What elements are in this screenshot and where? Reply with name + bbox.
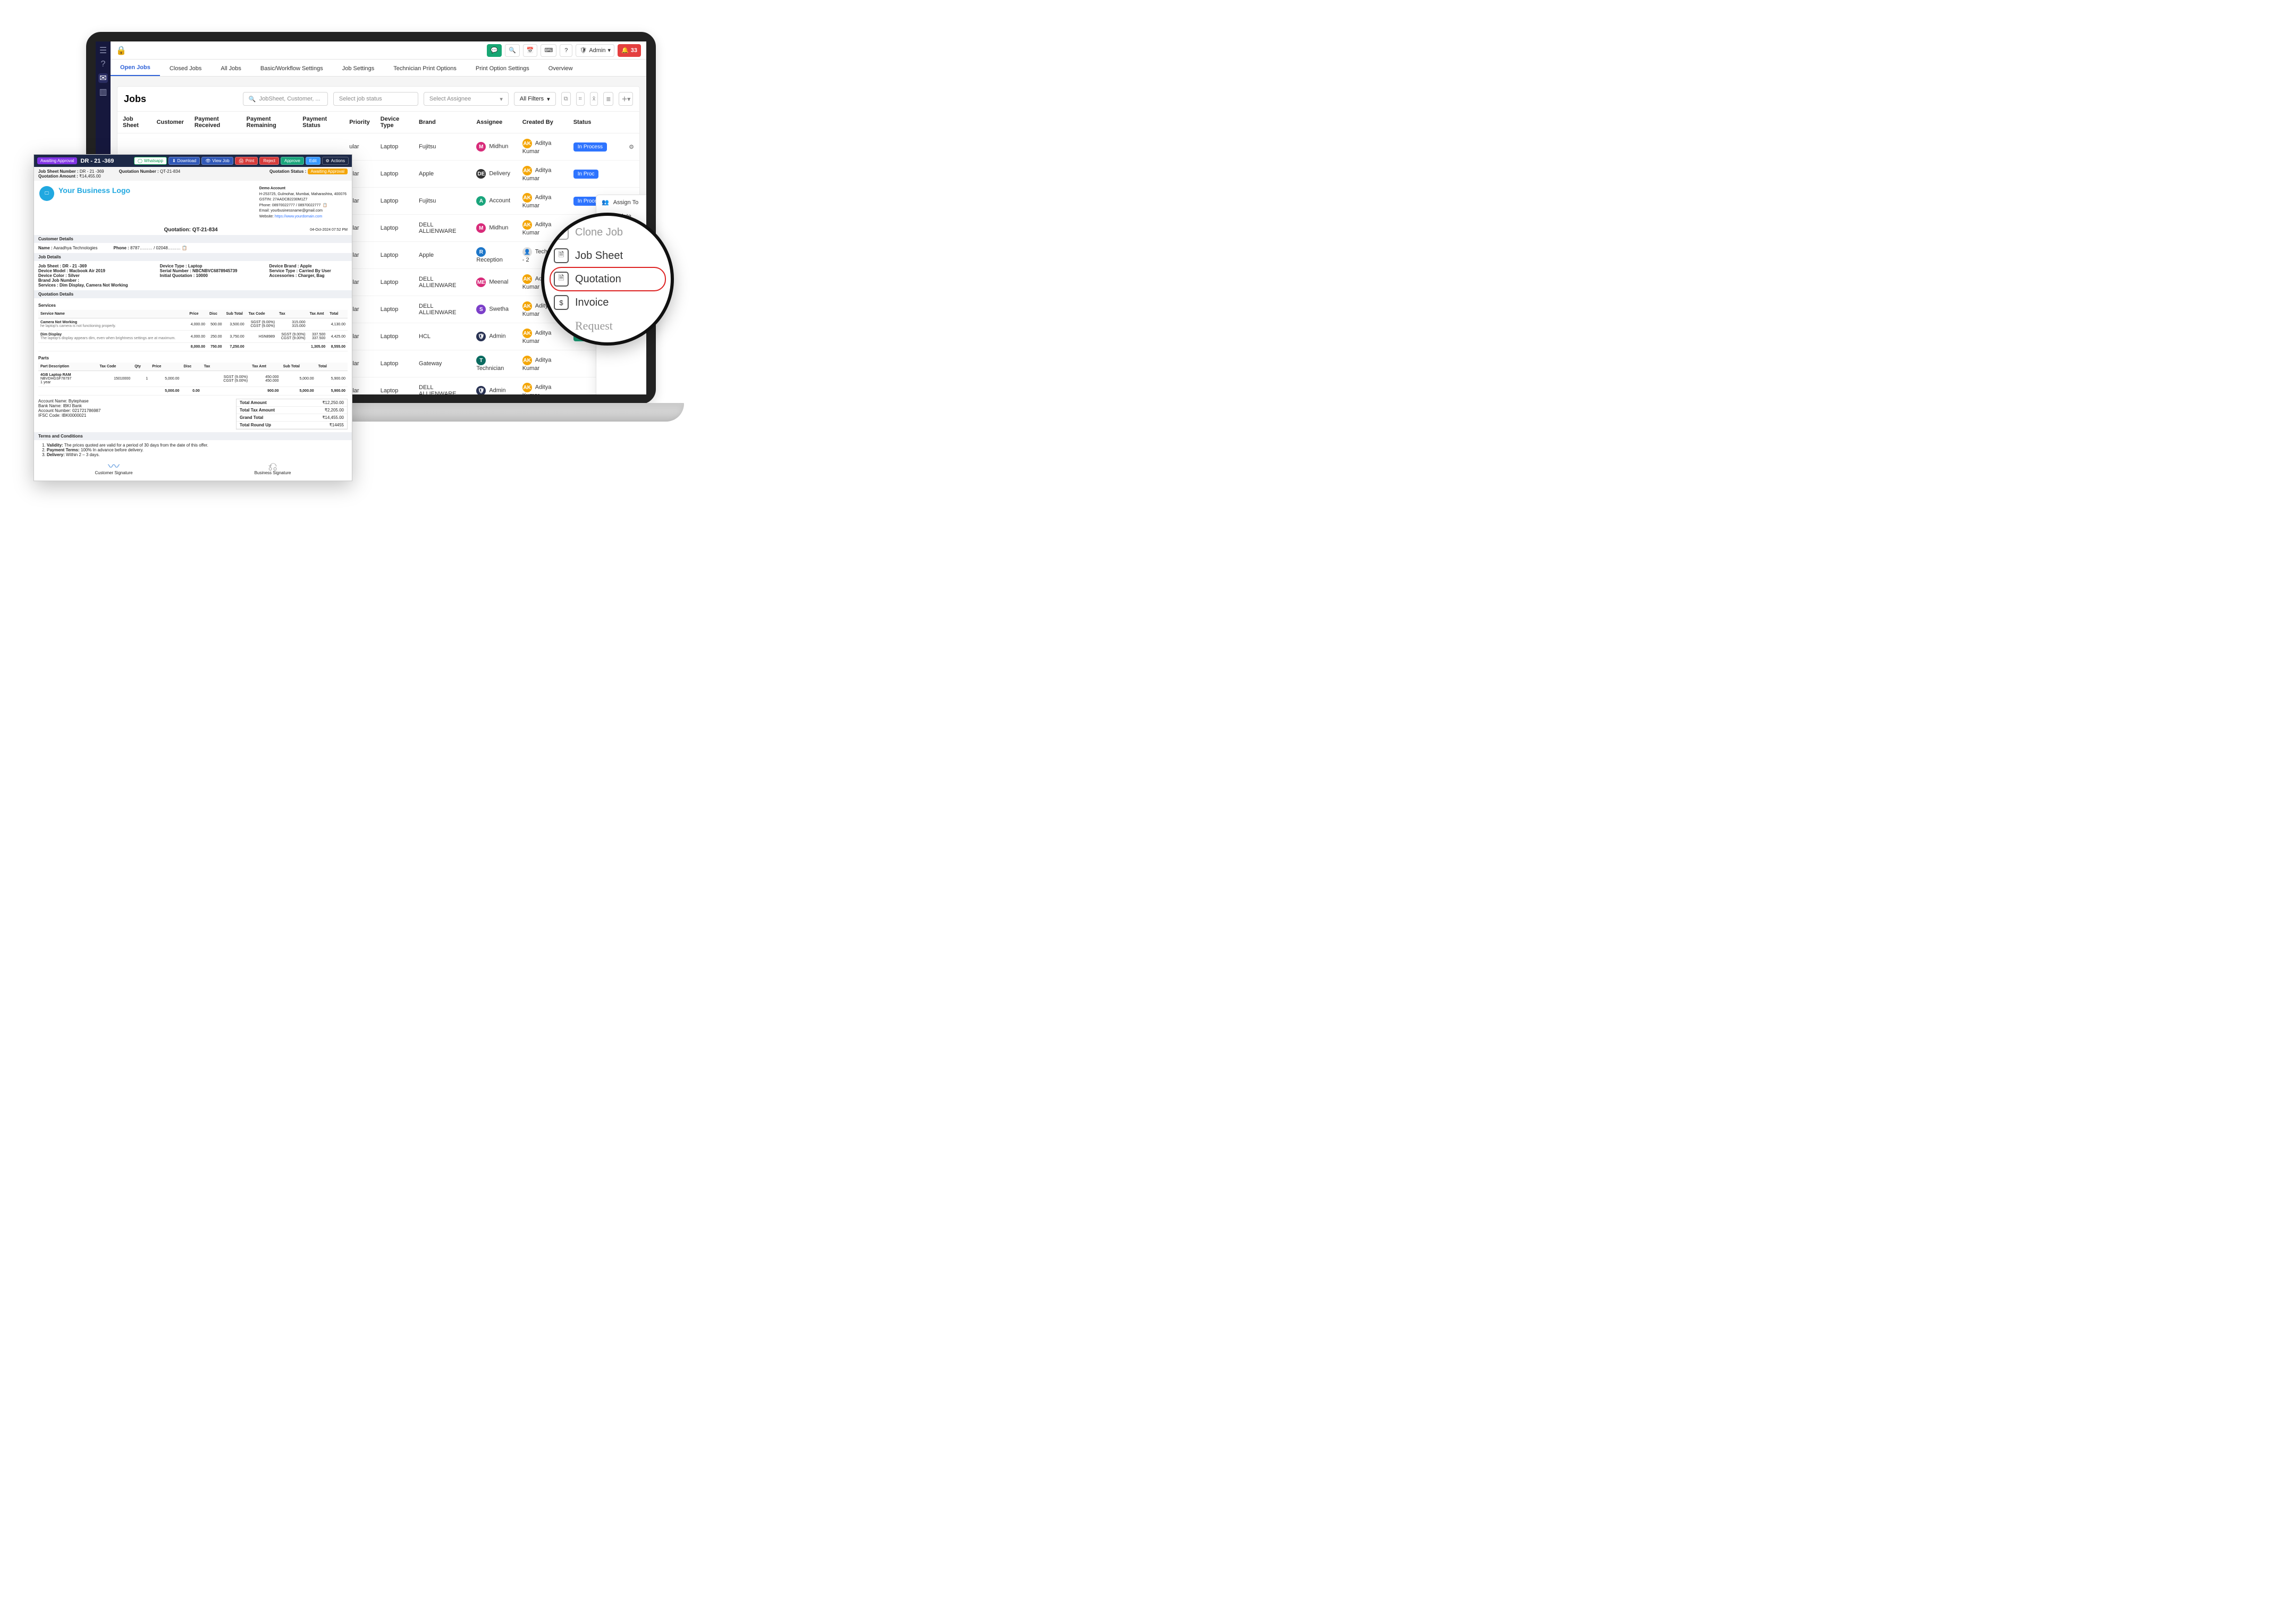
customer-sig-icon: 〰 — [95, 463, 132, 470]
quotation-window: Awaiting Approval DR - 21 -369 ◯ Whatsap… — [33, 154, 352, 481]
term-item: Payment Terms: 100% In advance before de… — [47, 448, 348, 452]
parts-table: Part DescriptionTax CodeQtyPriceDiscTaxT… — [38, 363, 348, 396]
business-sig-icon: ⎌ — [255, 463, 291, 470]
keyboard-button[interactable]: ⌨ — [541, 44, 556, 57]
tool-export-icon[interactable]: x̂ — [590, 92, 598, 106]
tab-technician-print-options[interactable]: Technician Print Options — [384, 61, 466, 76]
page-title: Jobs — [124, 94, 146, 105]
dd-assign-to[interactable]: 👥Assign To — [596, 195, 646, 209]
col-header: Job Sheet — [117, 112, 151, 133]
terms-list: Validity: The prices quoted are valid fo… — [38, 443, 348, 457]
tab-print-option-settings[interactable]: Print Option Settings — [466, 61, 539, 76]
parts-title: Parts — [38, 356, 348, 360]
lens-request[interactable]: Request — [553, 314, 671, 338]
status-chip: Awaiting Approval — [37, 157, 77, 164]
tool-barcode-icon[interactable]: ⌗ — [576, 92, 585, 106]
quotation-info-bar: Job Sheet Number : DR - 21 -369 Quotatio… — [34, 167, 352, 181]
customer-details-section: Customer Details — [34, 235, 352, 243]
col-header: Status — [568, 112, 623, 133]
admin-label: Admin — [589, 47, 605, 54]
term-item: Validity: The prices quoted are valid fo… — [47, 443, 348, 448]
quotation-title: Quotation: QT-21-834 — [164, 225, 217, 235]
status-select[interactable]: Select job status — [333, 92, 418, 106]
logo-icon: 🖵 — [39, 186, 54, 201]
quote-doc-icon: 🗎 — [554, 272, 569, 287]
help-nav-icon[interactable]: ? — [98, 60, 108, 69]
col-header: Payment Status — [297, 112, 344, 133]
business-header: 🖵 Your Business Logo Demo Account H-2537… — [34, 181, 352, 225]
add-job-button[interactable]: ＋▾ — [619, 92, 633, 106]
invoice-icon: $ — [554, 295, 569, 310]
business-name: Your Business Logo — [58, 186, 130, 195]
magnifier-lens: ⧉Clone Job 🗎Job Sheet 🗎Quotation $Invoic… — [541, 213, 674, 346]
col-header: Payment Remaining — [241, 112, 298, 133]
admin-chip[interactable]: 🛡 Admin ▾ — [576, 44, 614, 57]
search-button[interactable]: 🔍 — [505, 44, 520, 57]
approve-button[interactable]: Approve — [281, 157, 304, 165]
chat-button[interactable]: 💬 — [487, 44, 502, 57]
tab-overview[interactable]: Overview — [539, 61, 583, 76]
row-gear-icon[interactable]: ⚙ — [629, 144, 634, 150]
notification-badge[interactable]: 🔔33 — [618, 44, 641, 57]
edit-button[interactable]: Edit — [306, 157, 320, 165]
tool-scan-icon[interactable]: ⧉ — [561, 92, 571, 106]
terms-section: Terms and Conditions — [34, 432, 352, 440]
tabs-bar: Open JobsClosed JobsAll JobsBasic/Workfl… — [111, 60, 646, 77]
mail-nav-icon[interactable]: ✉ — [98, 73, 108, 83]
download-button[interactable]: ⬇ Download — [168, 157, 200, 165]
col-header: Created By — [517, 112, 568, 133]
lock-icon[interactable]: 🔒 — [116, 45, 126, 56]
search-input[interactable]: 🔍 JobSheet, Customer, ... — [243, 92, 328, 106]
doc-icon: 🗎 — [554, 248, 569, 263]
people-icon: 👥 — [602, 199, 609, 206]
chart-nav-icon[interactable]: ▥ — [98, 87, 108, 97]
quotation-header: Awaiting Approval DR - 21 -369 ◯ Whatsap… — [34, 155, 352, 167]
col-header: Assignee — [471, 112, 517, 133]
view-job-button[interactable]: 👁 View Job — [201, 157, 233, 165]
tab-open-jobs[interactable]: Open Jobs — [111, 60, 160, 76]
lens-job-sheet[interactable]: 🗎Job Sheet — [553, 244, 671, 267]
services-table: Service NamePriceDiscSub TotalTax CodeTa… — [38, 310, 348, 351]
reject-button[interactable]: Reject — [259, 157, 279, 165]
job-details-section: Job Details — [34, 253, 352, 261]
lens-clone-job[interactable]: ⧉Clone Job — [553, 221, 671, 244]
lens-invoice[interactable]: $Invoice — [553, 291, 671, 314]
help-button[interactable]: ? — [560, 44, 572, 57]
lens-quotation[interactable]: 🗎Quotation — [553, 267, 671, 291]
quotation-date: 04-Oct-2024 07:52 PM — [218, 228, 352, 232]
services-title: Services — [38, 303, 348, 308]
totals-box: Total Amount₹12,250.00 Total Tax Amount₹… — [236, 399, 348, 430]
dr-number: DR - 21 -369 — [80, 158, 114, 164]
col-header: Payment Received — [189, 112, 241, 133]
tab-basic-workflow-settings[interactable]: Basic/Workflow Settings — [251, 61, 333, 76]
whatsapp-button[interactable]: ◯ Whatsapp — [134, 157, 167, 165]
print-button[interactable]: 🖨 Print — [235, 157, 258, 165]
signatures: 〰Customer Signature ⎌Business Signature — [34, 460, 352, 481]
view-list-icon[interactable]: ≣ — [603, 92, 613, 106]
copy-icon: ⧉ — [554, 225, 569, 240]
filters-button[interactable]: All Filters ▾ — [514, 92, 556, 106]
calendar-button[interactable]: 📅 — [523, 44, 538, 57]
tab-all-jobs[interactable]: All Jobs — [211, 61, 251, 76]
tab-job-settings[interactable]: Job Settings — [333, 61, 384, 76]
website-link[interactable]: https://www.yourdomain.com — [275, 215, 322, 218]
assignee-select[interactable]: Select Assignee ▾ — [424, 92, 509, 106]
col-header: Device Type — [375, 112, 413, 133]
term-item: Delivery: Within 2 – 3 days. — [47, 452, 348, 457]
actions-button[interactable]: ⚙ Actions — [322, 157, 349, 165]
hamburger-icon[interactable]: ☰ — [98, 46, 108, 55]
col-header: Customer — [151, 112, 189, 133]
top-bar: 🔒 💬 🔍 📅 ⌨ ? 🛡 Admin ▾ 🔔33 — [111, 41, 646, 60]
quotation-details-section: Quotation Details — [34, 290, 352, 298]
tab-closed-jobs[interactable]: Closed Jobs — [160, 61, 212, 76]
col-header: Brand — [413, 112, 471, 133]
col-header: Priority — [344, 112, 375, 133]
